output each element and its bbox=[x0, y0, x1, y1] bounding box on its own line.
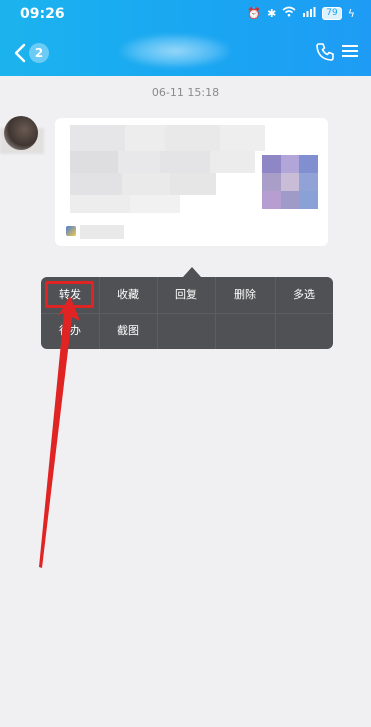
app-source-icon bbox=[66, 226, 76, 236]
blurred-text-block bbox=[165, 125, 220, 151]
blurred-text-block bbox=[125, 125, 165, 151]
blurred-text-block bbox=[70, 195, 130, 213]
wifi-icon bbox=[282, 6, 296, 20]
phone-icon[interactable] bbox=[315, 42, 335, 62]
blurred-thumbnail-image bbox=[262, 155, 318, 209]
menu-item-favorite[interactable]: 收藏 bbox=[99, 277, 157, 313]
status-icons: ⏰ ✱ 79 ϟ bbox=[247, 6, 355, 20]
blurred-text-block bbox=[122, 173, 170, 195]
blurred-text-block bbox=[130, 195, 180, 213]
charging-icon: ϟ bbox=[347, 6, 355, 20]
context-menu-pointer bbox=[183, 267, 201, 277]
hamburger-menu-icon[interactable] bbox=[341, 43, 359, 59]
menu-item-reply[interactable]: 回复 bbox=[157, 277, 215, 313]
blurred-text-block bbox=[70, 173, 122, 195]
blurred-text-block bbox=[70, 125, 125, 151]
back-chevron-icon[interactable] bbox=[12, 42, 28, 64]
forward-highlight-box bbox=[45, 281, 94, 308]
message-timestamp: 06-11 15:18 bbox=[151, 86, 220, 99]
blurred-text-block bbox=[160, 151, 210, 173]
blurred-chat-title bbox=[120, 34, 230, 68]
alarm-icon: ⏰ bbox=[247, 6, 262, 20]
blurred-text-block bbox=[170, 173, 216, 195]
menu-item-screenshot[interactable]: 截图 bbox=[99, 313, 157, 349]
menu-item-delete[interactable]: 删除 bbox=[216, 277, 274, 313]
bluetooth-icon: ✱ bbox=[267, 6, 277, 20]
signal-icon bbox=[302, 6, 316, 20]
blurred-text-block bbox=[118, 151, 160, 173]
menu-item-todo[interactable]: 待办 bbox=[41, 313, 99, 349]
menu-item-multiselect[interactable]: 多选 bbox=[275, 277, 333, 313]
avatar[interactable] bbox=[4, 116, 38, 150]
blurred-text-block bbox=[70, 151, 118, 173]
status-time: 09:26 bbox=[20, 6, 65, 22]
chat-header: 09:26 ⏰ ✱ 79 ϟ 2 bbox=[0, 0, 371, 76]
blurred-source-name bbox=[80, 225, 124, 239]
blurred-text-block bbox=[220, 125, 265, 151]
annotation-arrow bbox=[39, 296, 80, 568]
blurred-text-block bbox=[210, 151, 255, 173]
battery-icon: 79 bbox=[322, 6, 342, 20]
unread-count-badge[interactable]: 2 bbox=[29, 43, 49, 63]
